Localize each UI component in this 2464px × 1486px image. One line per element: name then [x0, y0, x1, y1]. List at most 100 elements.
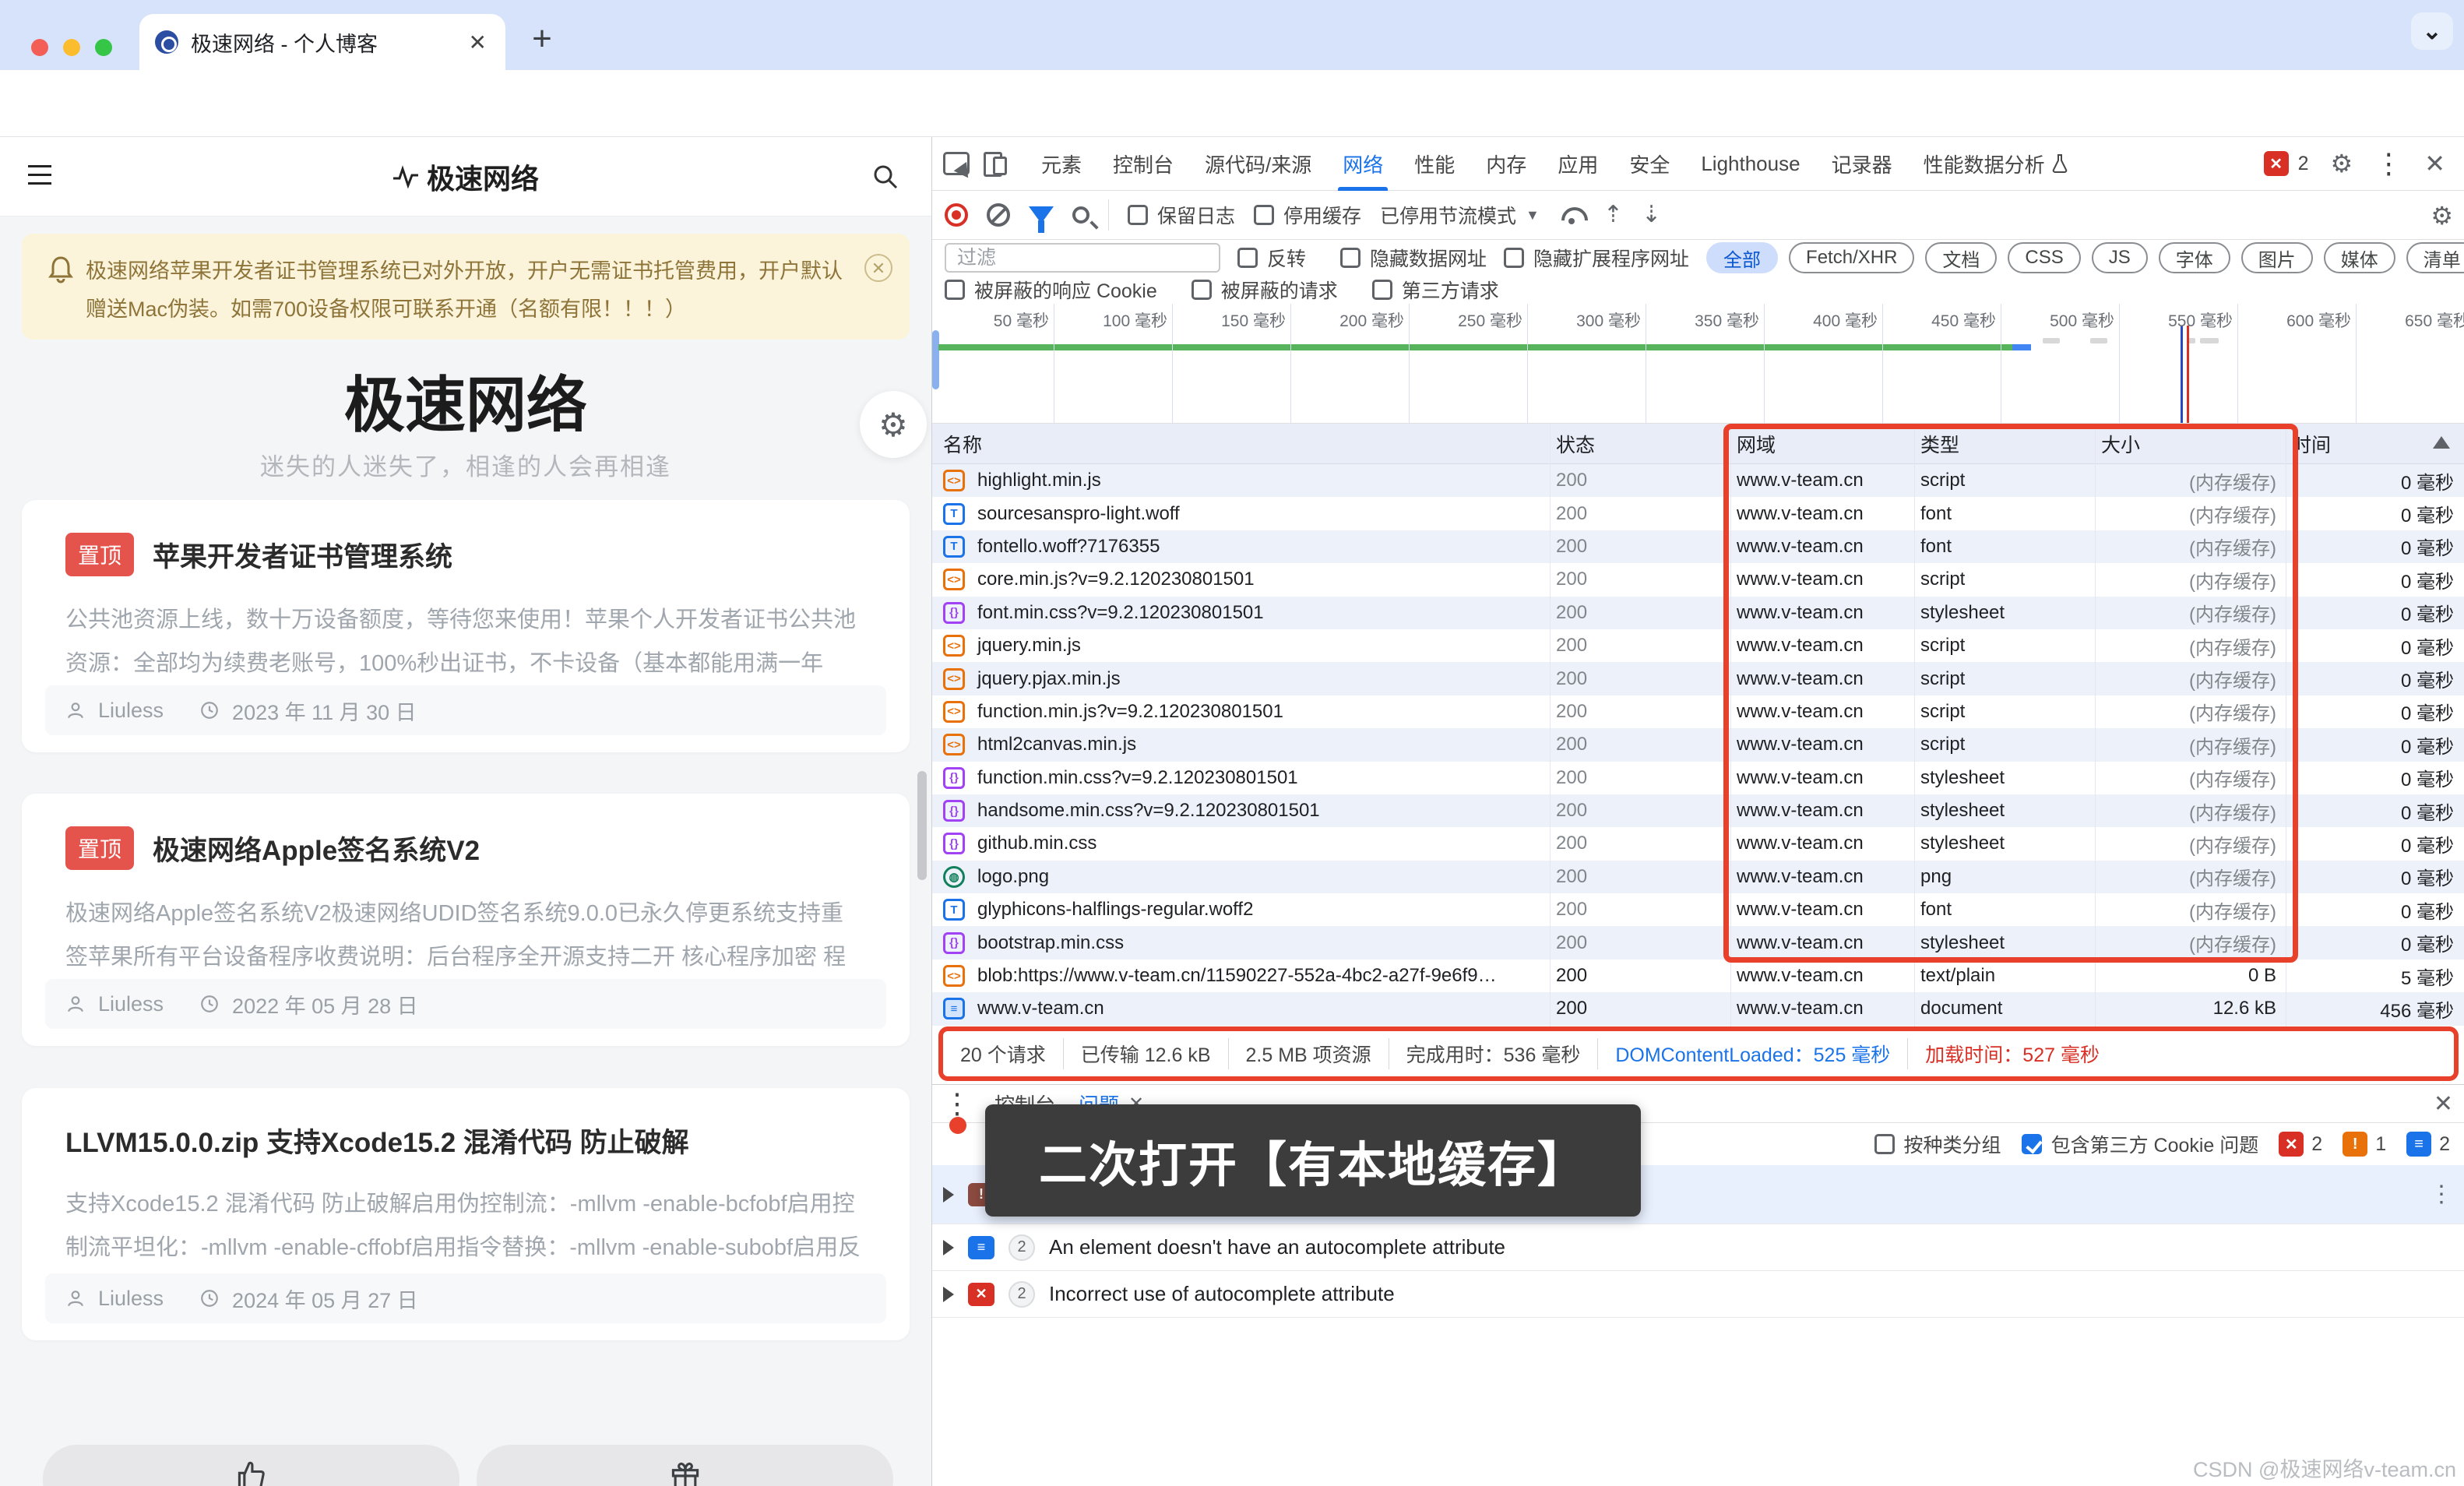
post-title[interactable]: 极速网络Apple签名系统V2 — [153, 829, 480, 868]
filter-pill-Fetch/XHR[interactable]: Fetch/XHR — [1789, 242, 1914, 273]
expand-triangle-icon[interactable] — [943, 1240, 954, 1255]
devtools-tab-内存[interactable]: 内存 — [1470, 137, 1542, 191]
checkbox-被屏蔽的响应 Cookie[interactable]: 被屏蔽的响应 Cookie — [945, 276, 1157, 304]
devtools-tab-网络[interactable]: 网络 — [1327, 137, 1399, 191]
column-header-status[interactable]: 状态 — [1556, 424, 1720, 464]
post-title[interactable]: LLVM15.0.0.zip 支持Xcode15.2 混淆代码 防止破解 — [65, 1121, 689, 1160]
tab-search-button[interactable]: ⌄ — [2411, 12, 2453, 50]
hide-extension-urls-checkbox[interactable]: 隐藏扩展程序网址 — [1504, 244, 1689, 272]
search-icon[interactable] — [872, 164, 899, 190]
post-card[interactable]: LLVM15.0.0.zip 支持Xcode15.2 混淆代码 防止破解支持Xc… — [22, 1088, 910, 1340]
network-search-icon[interactable] — [1072, 206, 1089, 224]
expand-triangle-icon[interactable] — [943, 1187, 954, 1203]
device-toolbar-icon[interactable] — [984, 152, 1007, 175]
donate-button[interactable] — [477, 1445, 893, 1486]
column-header-size[interactable]: 大小 — [2101, 424, 2272, 464]
export-har-icon[interactable]: ⇣ — [1642, 203, 1661, 227]
macos-zoom-button[interactable] — [95, 39, 112, 56]
filter-pill-CSS[interactable]: CSS — [2008, 242, 2080, 273]
network-conditions-icon[interactable] — [1558, 207, 1585, 223]
expand-triangle-icon[interactable] — [943, 1287, 954, 1302]
filter-pill-字体[interactable]: 字体 — [2159, 242, 2230, 273]
request-row[interactable]: <>highlight.min.js200www.v-team.cnscript… — [932, 464, 2464, 497]
clear-network-icon[interactable] — [987, 203, 1010, 227]
checkbox-第三方请求[interactable]: 第三方请求 — [1372, 276, 1499, 304]
column-header-type[interactable]: 类型 — [1920, 424, 2084, 464]
macos-close-button[interactable] — [31, 39, 48, 56]
devtools-tab-Lighthouse[interactable]: Lighthouse — [1685, 137, 1815, 191]
devtools-tab-源代码/来源[interactable]: 源代码/来源 — [1189, 137, 1327, 191]
devtools-tab-性能[interactable]: 性能 — [1399, 137, 1470, 191]
request-row[interactable]: {}handsome.min.css?v=9.2.120230801501200… — [932, 794, 2464, 827]
throttling-select[interactable]: 已停用节流模式▼ — [1380, 201, 1540, 229]
devtools-tab-元素[interactable]: 元素 — [1026, 137, 1097, 191]
post-card[interactable]: 置顶苹果开发者证书管理系统公共池资源上线，数十万设备额度，等待您来使用！苹果个人… — [22, 500, 910, 752]
notice-close-icon[interactable]: ✕ — [864, 254, 892, 282]
filter-pill-JS[interactable]: JS — [2092, 242, 2148, 273]
devtools-tab-控制台[interactable]: 控制台 — [1097, 137, 1189, 191]
request-row[interactable]: {}font.min.css?v=9.2.120230801501200www.… — [932, 597, 2464, 629]
blog-scrollbar-thumb[interactable] — [917, 771, 927, 880]
request-row[interactable]: <>html2canvas.min.js200www.v-team.cnscri… — [932, 728, 2464, 761]
checkbox-被屏蔽的请求[interactable]: 被屏蔽的请求 — [1192, 276, 1338, 304]
tab-close-icon[interactable]: ✕ — [466, 30, 490, 55]
browser-tab[interactable]: 极速网络 - 个人博客 ✕ — [139, 14, 505, 70]
include-third-party-checkbox[interactable]: 包含第三方 Cookie 问题 — [2022, 1130, 2259, 1158]
request-row[interactable]: Tsourcesanspro-light.woff200www.v-team.c… — [932, 497, 2464, 530]
devtools-tab-性能数据分析[interactable]: 性能数据分析 — [1908, 137, 2084, 191]
network-overview-timeline[interactable]: 50 毫秒100 毫秒150 毫秒200 毫秒250 毫秒300 毫秒350 毫… — [932, 304, 2464, 424]
filter-pill-图片[interactable]: 图片 — [2241, 242, 2313, 273]
devtools-tab-记录器[interactable]: 记录器 — [1816, 137, 1908, 191]
hide-data-urls-checkbox[interactable]: 隐藏数据网址 — [1340, 244, 1487, 272]
filter-pill-文档[interactable]: 文档 — [1925, 242, 1997, 273]
post-card[interactable]: 置顶极速网络Apple签名系统V2极速网络Apple签名系统V2极速网络UDID… — [22, 794, 910, 1046]
drawer-close-icon[interactable]: ✕ — [2434, 1090, 2453, 1118]
disable-cache-checkbox[interactable]: 停用缓存 — [1254, 201, 1361, 229]
invert-filter-checkbox[interactable]: 反转 — [1237, 244, 1306, 272]
sort-ascending-icon[interactable] — [2433, 436, 2450, 449]
overview-drag-handle[interactable] — [932, 330, 939, 389]
column-header-name[interactable]: 名称 — [943, 424, 1543, 464]
post-header: 置顶极速网络Apple签名系统V2 — [65, 826, 866, 870]
post-title[interactable]: 苹果开发者证书管理系统 — [153, 535, 452, 575]
request-row[interactable]: {}github.min.css200www.v-team.cnstyleshe… — [932, 827, 2464, 860]
new-tab-button[interactable]: + — [520, 17, 564, 61]
filter-icon[interactable] — [1029, 206, 1054, 224]
request-row[interactable]: Tglyphicons-halflings-regular.woff2200ww… — [932, 893, 2464, 926]
request-row[interactable]: {}bootstrap.min.css200www.v-team.cnstyle… — [932, 926, 2464, 959]
request-row[interactable]: <>blob:https://www.v-team.cn/11590227-55… — [932, 960, 2464, 992]
issues-badge-icon[interactable]: ✕ — [2264, 151, 2289, 176]
import-har-icon[interactable]: ⇡ — [1603, 203, 1623, 227]
request-row[interactable]: Tfontello.woff?7176355200www.v-team.cnfo… — [932, 530, 2464, 563]
filter-pill-全部[interactable]: 全部 — [1706, 242, 1778, 273]
settings-fab[interactable]: ⚙ — [860, 391, 927, 458]
devtools-tab-应用[interactable]: 应用 — [1542, 137, 1614, 191]
devtools-close-icon[interactable]: ✕ — [2424, 149, 2445, 178]
request-row[interactable]: ≡www.v-team.cn200www.v-team.cndocument12… — [932, 992, 2464, 1025]
filter-pill-清单[interactable]: 清单 — [2406, 242, 2464, 273]
request-row[interactable]: {}function.min.css?v=9.2.120230801501200… — [932, 762, 2464, 794]
filter-input[interactable] — [945, 243, 1220, 273]
devtools-settings-icon[interactable]: ⚙ — [2331, 149, 2353, 178]
devtools-tab-安全[interactable]: 安全 — [1614, 137, 1685, 191]
request-row[interactable]: <>jquery.min.js200www.v-team.cnscript(内存… — [932, 629, 2464, 662]
column-header-domain[interactable]: 网域 — [1737, 424, 1904, 464]
request-row[interactable]: <>core.min.js?v=9.2.120230801501200www.v… — [932, 563, 2464, 596]
column-header-time[interactable]: 时间 — [2292, 424, 2409, 464]
record-network-icon[interactable] — [945, 203, 968, 227]
devtools-menu-icon[interactable]: ⋮ — [2374, 147, 2402, 180]
issue-row-menu-icon[interactable]: ⋮ — [2430, 1181, 2453, 1208]
drawer-menu-icon[interactable]: ⋮ — [943, 1087, 971, 1120]
macos-minimize-button[interactable] — [63, 39, 80, 56]
inspect-element-icon[interactable] — [943, 152, 970, 175]
issue-row[interactable]: ≡2An element doesn't have an autocomplet… — [932, 1224, 2464, 1271]
request-row[interactable]: <>function.min.js?v=9.2.120230801501200w… — [932, 695, 2464, 728]
group-by-kind-checkbox[interactable]: 按种类分组 — [1874, 1130, 2001, 1158]
request-row[interactable]: ◍logo.png200www.v-team.cnpng(内存缓存)0 毫秒 — [932, 861, 2464, 893]
network-settings-icon[interactable]: ⚙ — [2431, 201, 2453, 231]
preserve-log-checkbox[interactable]: 保留日志 — [1128, 201, 1235, 229]
filter-pill-媒体[interactable]: 媒体 — [2324, 242, 2395, 273]
request-row[interactable]: <>jquery.pjax.min.js200www.v-team.cnscri… — [932, 662, 2464, 695]
like-button[interactable] — [43, 1445, 459, 1486]
issue-row[interactable]: ✕2Incorrect use of autocomplete attribut… — [932, 1271, 2464, 1318]
